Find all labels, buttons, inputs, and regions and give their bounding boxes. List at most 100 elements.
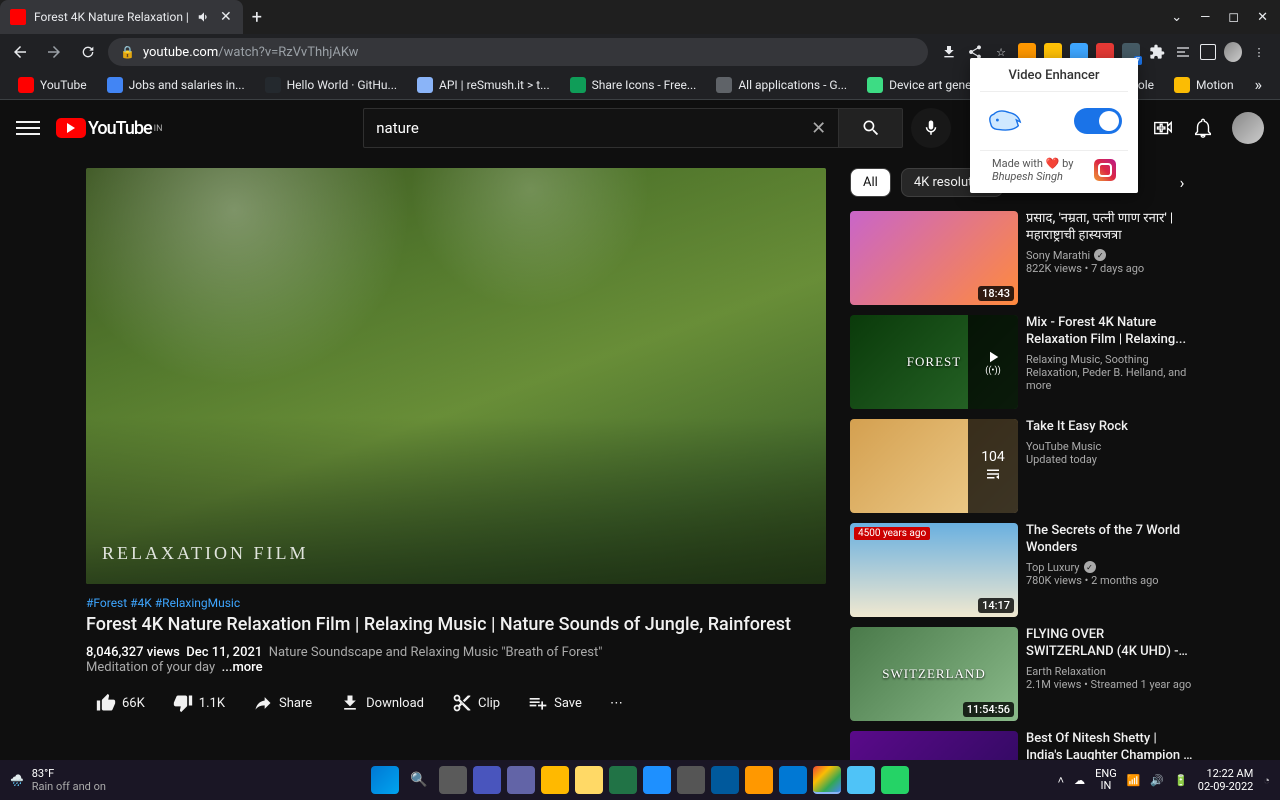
minimize-icon[interactable]: — [1200, 10, 1210, 25]
recommendation-item[interactable]: SWITZERLAND11:54:56 FLYING OVER SWITZERL… [850, 627, 1194, 721]
tab-audio-icon[interactable] [197, 10, 211, 24]
instagram-icon[interactable] [1094, 159, 1116, 181]
lock-icon: 🔒 [120, 45, 135, 59]
app-icon-9[interactable] [779, 766, 807, 794]
bookmarks-overflow[interactable]: » [1247, 75, 1271, 94]
chevron-down-icon[interactable]: ⌄ [1171, 10, 1182, 25]
search-button[interactable] [839, 108, 903, 148]
taskbar-apps: 🔍 [371, 766, 909, 794]
search-clear-icon[interactable]: ✕ [811, 118, 826, 139]
recommendation-item[interactable]: 104 Take It Easy RockYouTube MusicUpdate… [850, 419, 1194, 513]
recommendation-item[interactable]: FOREST((•)) Mix - Forest 4K Nature Relax… [850, 315, 1194, 409]
start-button[interactable] [371, 766, 399, 794]
maximize-icon[interactable]: ◻ [1228, 10, 1239, 25]
new-tab-button[interactable]: + [243, 3, 271, 31]
hamburger-icon[interactable] [16, 116, 40, 140]
app-icon-1[interactable] [473, 766, 501, 794]
app-icon-2[interactable] [507, 766, 535, 794]
bookmark-item[interactable]: Jobs and salaries in... [99, 73, 253, 97]
user-avatar[interactable] [1232, 112, 1264, 144]
youtube-logo[interactable]: YouTube IN [56, 118, 163, 139]
browser-menu-icon[interactable]: ⋮ [1250, 43, 1268, 61]
taskbar-weather[interactable]: 🌧️ 83°FRain off and on [10, 767, 106, 793]
taskbar: 🌧️ 83°FRain off and on 🔍 ˄ ☁ ENGIN 📶 🔊 🔋… [0, 760, 1280, 800]
recommendation-item[interactable]: NITESH SHETTY Best Of Nitesh Shetty | In… [850, 731, 1194, 760]
app-icon-4[interactable] [609, 766, 637, 794]
voice-search-button[interactable] [911, 108, 951, 148]
browser-tab[interactable]: Forest 4K Nature Relaxation | ✕ [0, 0, 243, 34]
close-icon[interactable]: ✕ [1257, 10, 1268, 25]
extension-popup: Video Enhancer Made with ❤️ by Bhupesh S… [970, 58, 1138, 193]
back-button[interactable] [6, 38, 34, 66]
video-title: Forest 4K Nature Relaxation Film | Relax… [86, 614, 826, 635]
country-code: IN [154, 124, 163, 134]
search-input[interactable]: nature ✕ [363, 108, 839, 148]
more-actions-button[interactable]: ⋯ [600, 687, 633, 719]
taskview-icon[interactable] [439, 766, 467, 794]
save-button[interactable]: Save [518, 687, 592, 719]
chips-next-icon[interactable]: › [1170, 171, 1194, 195]
youtube-logo-text: YouTube [88, 118, 152, 139]
weather-icon: 🌧️ [10, 774, 24, 787]
search-taskbar-icon[interactable]: 🔍 [405, 766, 433, 794]
forward-button[interactable] [40, 38, 68, 66]
video-watermark: RELAXATION FILM [102, 543, 309, 564]
action-row: 66K 1.1K Share Download Clip Save ⋯ [86, 687, 826, 719]
explorer-icon[interactable] [575, 766, 603, 794]
recommendation-item[interactable]: 14:174500 years ago The Secrets of the 7… [850, 523, 1194, 617]
chip-all[interactable]: All [850, 168, 891, 197]
reload-button[interactable] [74, 38, 102, 66]
bookmark-item[interactable]: API | reSmush.it > t... [409, 73, 558, 97]
taskbar-tray: ˄ ☁ ENGIN 📶 🔊 🔋 12:22 AM02-09-2022 ◔ [1058, 767, 1270, 793]
taskbar-clock[interactable]: 12:22 AM02-09-2022 [1198, 767, 1254, 793]
bookmark-item[interactable]: YouTube [10, 73, 95, 97]
install-icon[interactable] [940, 43, 958, 61]
like-button[interactable]: 66K [86, 687, 155, 719]
app-icon-5[interactable] [643, 766, 671, 794]
primary-column: RELAXATION FILM #Forest #4K #RelaxingMus… [86, 168, 826, 760]
create-icon[interactable] [1152, 117, 1174, 139]
video-meta: 8,046,327 views Dec 11, 2021 Nature Soun… [86, 645, 826, 675]
ext-popup-title: Video Enhancer [980, 68, 1128, 92]
sidepanel-icon[interactable] [1174, 43, 1192, 61]
whale-icon [986, 106, 1024, 136]
app-icon-8[interactable] [745, 766, 773, 794]
recommendation-item[interactable]: 18:43 प्रसाद, 'नम्रता, पत्नी णाण रनार' |… [850, 211, 1194, 305]
address-bar[interactable]: 🔒 youtube.com/watch?v=RzVvThhjAKw [108, 38, 928, 66]
dislike-button[interactable]: 1.1K [163, 687, 235, 719]
tray-chevron-icon[interactable]: ˄ [1058, 774, 1064, 787]
app-icon-6[interactable] [677, 766, 705, 794]
whatsapp-icon[interactable] [881, 766, 909, 794]
battery-icon[interactable]: 🔋 [1174, 774, 1188, 787]
panel-icon[interactable] [1200, 44, 1216, 60]
bookmark-item[interactable]: Motion [1166, 73, 1242, 97]
share-button[interactable]: Share [243, 687, 322, 719]
search-bar: nature ✕ [363, 108, 903, 148]
youtube-play-icon [56, 118, 86, 138]
clip-button[interactable]: Clip [442, 687, 510, 719]
bookmark-item[interactable]: Hello World · GitHu... [257, 73, 405, 97]
app-icon-3[interactable] [541, 766, 569, 794]
app-icon-7[interactable] [711, 766, 739, 794]
download-button[interactable]: Download [330, 687, 434, 719]
onedrive-icon[interactable]: ☁ [1074, 774, 1085, 787]
notifications-tray-icon[interactable]: ◔ [1263, 774, 1270, 787]
app-icon-10[interactable] [847, 766, 875, 794]
chrome-icon[interactable] [813, 766, 841, 794]
bookmark-item[interactable]: Share Icons - Free... [562, 73, 705, 97]
video-tags[interactable]: #Forest #4K #RelaxingMusic [86, 596, 826, 610]
wifi-icon[interactable]: 📶 [1127, 774, 1141, 787]
url-text: youtube.com/watch?v=RzVvThhjAKw [143, 45, 358, 60]
video-player[interactable]: RELAXATION FILM [86, 168, 826, 584]
volume-icon[interactable]: 🔊 [1150, 774, 1164, 787]
bookmark-item[interactable]: All applications - G... [708, 73, 855, 97]
profile-avatar[interactable] [1224, 43, 1242, 61]
show-more-button[interactable]: ...more [222, 660, 263, 675]
tab-close-icon[interactable]: ✕ [219, 10, 233, 24]
extensions-icon[interactable] [1148, 43, 1166, 61]
search-value: nature [376, 119, 419, 137]
tab-title: Forest 4K Nature Relaxation | [34, 10, 189, 24]
ext-popup-footer: Made with ❤️ by Bhupesh Singh [980, 150, 1128, 183]
enhancer-toggle[interactable] [1074, 108, 1122, 134]
notifications-icon[interactable] [1192, 117, 1214, 139]
